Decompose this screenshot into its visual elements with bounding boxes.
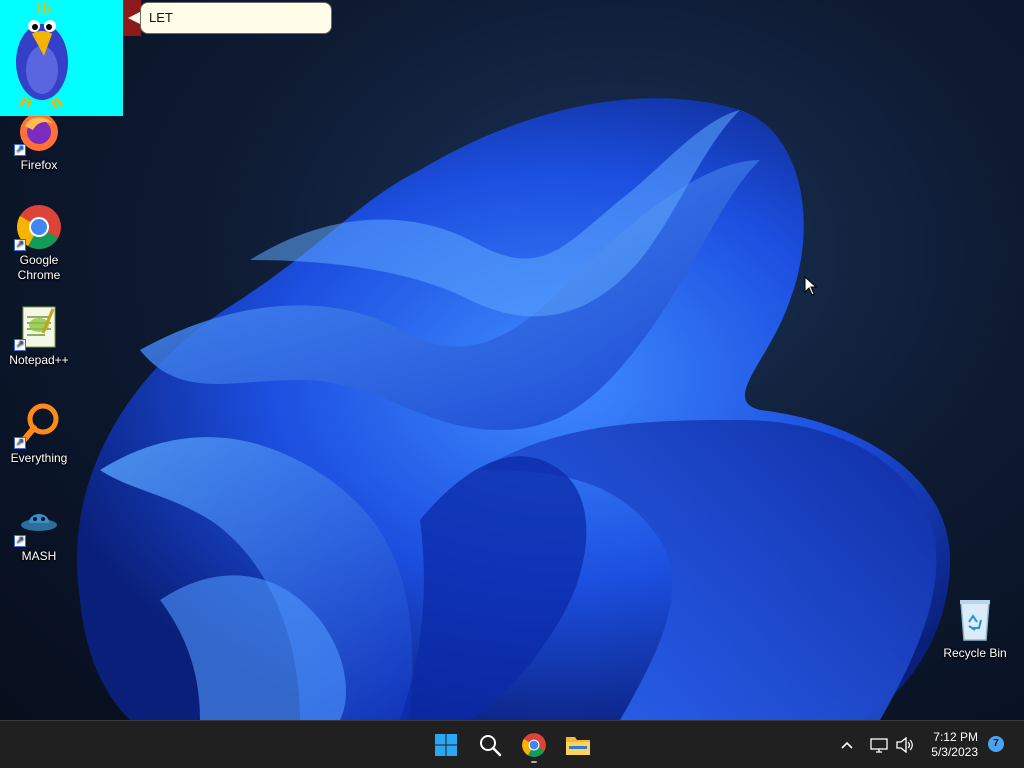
chrome-icon: ↗ [14, 203, 63, 251]
desktop-icon-label: Google Chrome [17, 253, 61, 282]
taskbar: 7:12 PM 5/3/2023 7 [0, 720, 1024, 768]
volume-button[interactable] [892, 729, 918, 761]
balloon-tail [128, 12, 140, 24]
shortcut-arrow-icon: ↗ [14, 339, 26, 351]
desktop-icon-label: MASH [21, 549, 57, 563]
desktop-icon-firefox[interactable]: ↗ Firefox [1, 108, 77, 173]
clock-time: 7:12 PM [933, 730, 978, 744]
desktop-icon-label: Firefox [20, 158, 58, 172]
desktop-icon-everything[interactable]: ↗ Everything [1, 401, 77, 466]
start-button[interactable] [430, 729, 462, 761]
clock-date: 5/3/2023 [931, 745, 978, 759]
notepadpp-icon: ↗ [14, 303, 63, 351]
wallpaper-bloom [76, 98, 950, 720]
desktop-agent-panel[interactable] [0, 0, 123, 116]
chevron-up-icon [841, 741, 853, 749]
everything-icon: ↗ [14, 401, 63, 449]
chrome-icon [522, 733, 546, 757]
desktop-wallpaper [0, 0, 1024, 720]
search-button[interactable] [474, 729, 506, 761]
shortcut-arrow-icon: ↗ [14, 535, 26, 547]
desktop-icon-recycle-bin[interactable]: Recycle Bin [937, 596, 1013, 661]
clock[interactable]: 7:12 PM 5/3/2023 [918, 730, 978, 760]
chrome-taskbar-button[interactable] [518, 729, 550, 763]
network-status-button[interactable] [866, 729, 892, 761]
desktop-icon-mash[interactable]: ↗ MASH [1, 499, 77, 564]
desktop-icon-label: Everything [10, 451, 68, 465]
search-icon [480, 735, 502, 757]
desktop-icon-label: Notepad++ [9, 353, 69, 367]
recycle-bin-icon [951, 596, 999, 644]
mash-icon: ↗ [14, 499, 63, 547]
running-indicator [531, 761, 537, 763]
folder-icon [566, 737, 590, 755]
speaker-icon [896, 737, 913, 753]
desktop-icon-label: Recycle Bin [943, 646, 1007, 660]
agent-speech-balloon: LET [140, 2, 332, 34]
network-icon [870, 738, 888, 753]
mouse-cursor-icon [804, 276, 818, 296]
shortcut-arrow-icon: ↗ [14, 239, 26, 251]
shortcut-arrow-icon: ↗ [14, 144, 26, 156]
desktop-icon-google-chrome[interactable]: ↗ Google Chrome [1, 203, 77, 283]
show-hidden-icons-button[interactable] [834, 729, 860, 761]
desktop-icon-notepadpp[interactable]: ↗ Notepad++ [1, 303, 77, 368]
file-explorer-button[interactable] [562, 729, 594, 761]
notification-badge[interactable]: 7 [988, 736, 1004, 752]
parrot-agent-icon [16, 2, 68, 109]
shortcut-arrow-icon: ↗ [14, 437, 26, 449]
windows-logo-icon [435, 734, 457, 756]
